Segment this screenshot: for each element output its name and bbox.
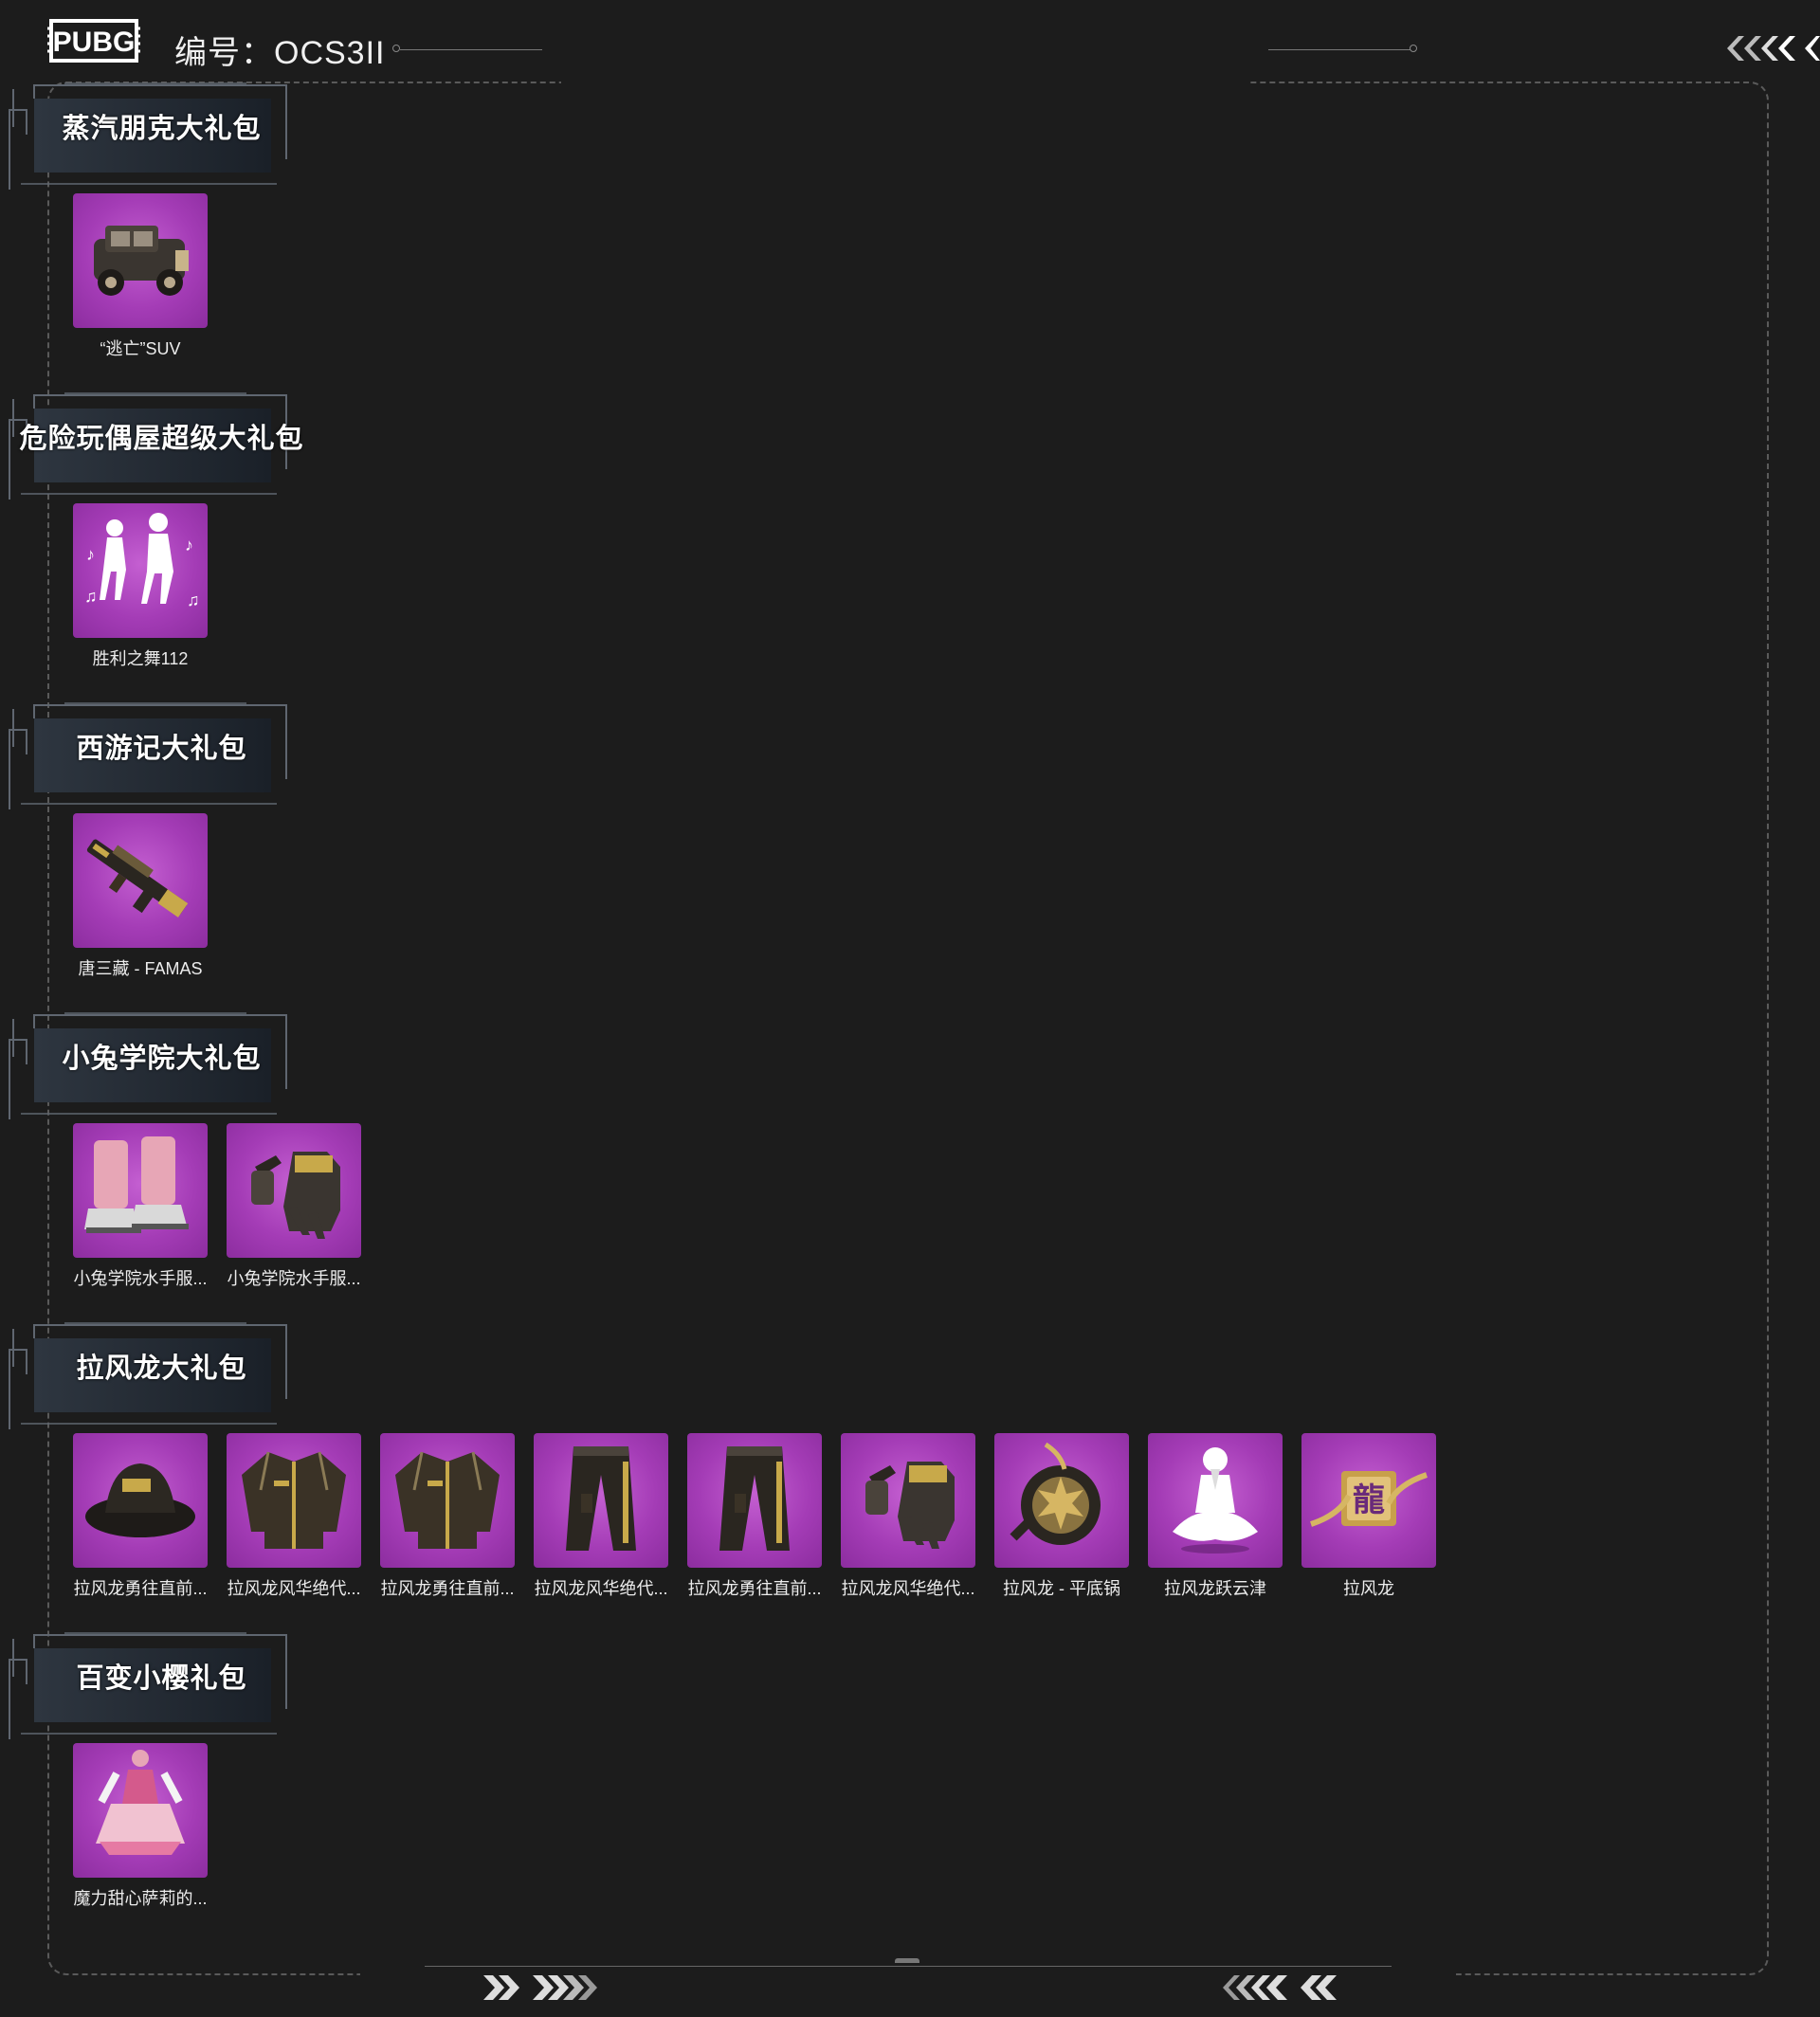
decor-dot: [392, 45, 400, 52]
bundle-header: 蒸汽朋克大礼包: [8, 78, 287, 190]
item-thumbnail[interactable]: 龍: [1301, 1433, 1436, 1568]
bundle-title: 拉风龙大礼包: [76, 1354, 247, 1384]
item-label: “逃亡”SUV: [100, 339, 181, 358]
chevrons-right-icon: [483, 1975, 597, 2000]
rifle-icon: [86, 839, 189, 918]
item-thumbnail[interactable]: [227, 1433, 361, 1568]
item-label: 拉风龙风华绝代...: [534, 1579, 668, 1598]
item-label: 拉风龙风华绝代...: [841, 1579, 975, 1598]
meditate-emote-icon: [1173, 1447, 1258, 1554]
item-thumbnail[interactable]: [227, 1123, 361, 1258]
footer-tab: [895, 1958, 919, 1963]
decor-dot: [1410, 45, 1417, 52]
item-thumbnail[interactable]: [73, 1743, 208, 1878]
footer-divider: [425, 1966, 1392, 1967]
item-thumbnail[interactable]: ♪ ♪ ♫ ♫: [73, 503, 208, 638]
item-label: 拉风龙勇往直前...: [380, 1579, 515, 1598]
bundle-section: 拉风龙大礼包拉风龙勇往直前... 拉风龙风华绝代... 拉风龙勇往直前... 拉风龙风…: [0, 1317, 1820, 1627]
item-code: 编号：OCS3II: [174, 35, 386, 71]
bundle-title: 蒸汽朋克大礼包: [62, 114, 262, 144]
header-divider-left: [400, 49, 542, 50]
item-label: 唐三藏 - FAMAS: [78, 959, 203, 978]
bundle-section: 西游记大礼包唐三藏 - FAMAS: [0, 698, 1820, 1008]
item-label: 拉风龙勇往直前...: [73, 1579, 208, 1598]
dress-icon: [96, 1750, 185, 1855]
dragon-emblem-icon: 龍: [1310, 1471, 1428, 1527]
item-thumbnail[interactable]: [841, 1433, 975, 1568]
svg-text:龍: 龍: [1353, 1482, 1385, 1518]
header-divider-right: [1268, 49, 1410, 50]
bundle-section: 小兔学院大礼包小兔学院水手服... 小兔学院水手服...: [0, 1008, 1820, 1317]
pubg-logo: PUBG: [47, 19, 140, 63]
item-label: 魔力甜心萨莉的...: [73, 1889, 208, 1908]
bundle-title: 危险玩偶屋超级大礼包: [19, 424, 304, 454]
pants-icon: [566, 1446, 636, 1551]
item-thumbnail[interactable]: [534, 1433, 668, 1568]
bundle-section: 危险玩偶屋超级大礼包 ♪ ♪ ♫ ♫ 胜利之舞112: [0, 388, 1820, 698]
svg-text:♪: ♪: [86, 545, 95, 564]
item-label: 拉风龙勇往直前...: [687, 1579, 822, 1598]
pubg-logo-text: PUBG: [53, 27, 136, 58]
hat-icon: [85, 1463, 195, 1537]
pan-icon: [1010, 1442, 1101, 1545]
item-label: 拉风龙: [1343, 1579, 1394, 1598]
jacket-icon: [242, 1451, 346, 1549]
chevrons-left-icon: [1727, 36, 1820, 61]
bundle-header: 拉风龙大礼包: [8, 1317, 287, 1429]
gloves-icon: [865, 1462, 955, 1549]
dance-emote-icon: ♪ ♪ ♫ ♫: [84, 513, 200, 609]
boots-icon: [84, 1136, 189, 1233]
svg-text:♫: ♫: [187, 591, 200, 609]
bundle-header: 西游记大礼包: [8, 698, 287, 809]
item-thumbnail[interactable]: [73, 1433, 208, 1568]
svg-text:♪: ♪: [185, 536, 193, 554]
item-label: 胜利之舞112: [92, 649, 189, 668]
item-thumbnail[interactable]: [687, 1433, 822, 1568]
car-icon: [94, 226, 189, 296]
gloves-icon: [251, 1152, 340, 1239]
pants-icon: [719, 1446, 790, 1551]
item-thumbnail[interactable]: [73, 1123, 208, 1258]
bundle-title: 小兔学院大礼包: [62, 1044, 262, 1074]
svg-text:♫: ♫: [84, 587, 98, 606]
bundle-section: 蒸汽朋克大礼包 “逃亡”SUV: [0, 78, 1820, 388]
item-thumbnail[interactable]: [380, 1433, 515, 1568]
item-label: 拉风龙跃云津: [1164, 1579, 1266, 1598]
item-thumbnail[interactable]: [1148, 1433, 1283, 1568]
item-thumbnail[interactable]: [994, 1433, 1129, 1568]
bundle-title: 西游记大礼包: [76, 734, 247, 764]
bundle-title: 百变小樱礼包: [76, 1663, 247, 1694]
item-label: 小兔学院水手服...: [73, 1269, 208, 1288]
chevrons-left-icon: [1223, 1975, 1337, 2000]
bundle-header: 危险玩偶屋超级大礼包: [8, 388, 303, 500]
item-thumbnail[interactable]: [73, 193, 208, 328]
item-label: 拉风龙风华绝代...: [227, 1579, 361, 1598]
bundle-header: 百变小樱礼包: [8, 1627, 287, 1739]
jacket-icon: [395, 1451, 500, 1549]
item-label: 拉风龙 - 平底锅: [1003, 1579, 1120, 1598]
item-thumbnail[interactable]: [73, 813, 208, 948]
bundle-section: 百变小樱礼包魔力甜心萨莉的...: [0, 1627, 1820, 1937]
item-label: 小兔学院水手服...: [227, 1269, 361, 1288]
bundle-header: 小兔学院大礼包: [8, 1008, 287, 1119]
